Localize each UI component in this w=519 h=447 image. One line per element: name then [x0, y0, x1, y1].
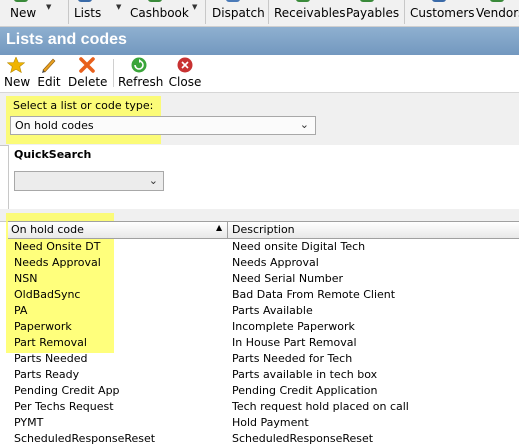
codes-grid: Need Onsite DT Need onsite Digital Tech N… — [8, 239, 519, 445]
table-row[interactable]: Paperwork Incomplete Paperwork — [8, 319, 519, 335]
edit-button[interactable]: Edit — [36, 57, 62, 89]
table-row[interactable]: OldBadSync Bad Data From Remote Client — [8, 287, 519, 303]
list-type-select[interactable]: On hold codes ⌄ — [10, 116, 316, 135]
payables-icon — [360, 0, 374, 2]
table-row[interactable]: Part Removal In House Part Removal — [8, 335, 519, 351]
column-divider[interactable] — [227, 222, 228, 238]
toolbar-separator — [113, 59, 114, 87]
new-button[interactable]: New — [4, 56, 30, 89]
dispatch-icon — [226, 0, 240, 2]
chevron-down-icon[interactable]: ▼ — [192, 3, 197, 11]
grid-header: On hold code ▲ Description — [8, 221, 519, 239]
receivables-icon — [296, 0, 310, 2]
table-row[interactable]: Needs Approval Needs Approval — [8, 255, 519, 271]
chevron-down-icon[interactable]: ▼ — [116, 3, 121, 11]
cashbook-icon — [148, 0, 162, 2]
star-icon — [6, 56, 26, 74]
chevron-down-icon: ⌄ — [299, 118, 309, 131]
table-row[interactable]: Parts Needed Parts Needed for Tech — [8, 351, 519, 367]
table-row[interactable]: NSN Need Serial Number — [8, 271, 519, 287]
column-header-on-hold-code[interactable]: On hold code — [11, 223, 84, 236]
main-toolbar: New ▼ Lists ▼ Cashbook ▼ Dispatch Receiv… — [0, 0, 519, 27]
table-row[interactable]: Parts Ready Parts available in tech box — [8, 367, 519, 383]
toolbar-separator — [205, 0, 206, 24]
pencil-icon — [40, 57, 58, 73]
customers-icon — [432, 0, 446, 2]
delete-x-icon — [78, 57, 96, 73]
quicksearch-title: QuickSearch — [14, 148, 92, 161]
chevron-down-icon[interactable]: ▼ — [46, 3, 51, 11]
sort-ascending-icon: ▲ — [216, 223, 223, 232]
chevron-down-icon: ⌄ — [148, 174, 158, 187]
refresh-button[interactable]: Refresh — [118, 57, 163, 89]
table-row[interactable]: ScheduledResponseReset ScheduledResponseR… — [8, 431, 519, 447]
delete-button[interactable]: Delete — [68, 57, 107, 89]
new-icon — [14, 0, 28, 2]
refresh-icon — [130, 57, 148, 73]
table-row[interactable]: PYMT Hold Payment — [8, 415, 519, 431]
window-title-bar: Lists and codes — [0, 27, 519, 55]
column-header-description[interactable]: Description — [232, 223, 295, 236]
vendors-icon — [490, 0, 504, 2]
lists-icon — [78, 0, 92, 2]
table-row[interactable]: Pending Credit App Pending Credit Applica… — [8, 383, 519, 399]
list-type-label: Select a list or code type: — [13, 99, 154, 112]
toolbar-separator — [68, 0, 69, 24]
page-title: Lists and codes — [6, 31, 127, 48]
toolbar-separator — [268, 0, 269, 24]
table-row[interactable]: Per Techs Request Tech request hold place… — [8, 399, 519, 415]
table-row[interactable]: Need Onsite DT Need onsite Digital Tech — [8, 239, 519, 255]
toolbar-separator — [404, 0, 405, 24]
table-row[interactable]: PA Parts Available — [8, 303, 519, 319]
actions-toolbar: New Edit Delete Refresh Close — [0, 55, 519, 91]
close-button[interactable]: Close — [168, 57, 202, 89]
quicksearch-select[interactable]: ⌄ — [14, 171, 164, 191]
close-icon — [176, 57, 194, 73]
